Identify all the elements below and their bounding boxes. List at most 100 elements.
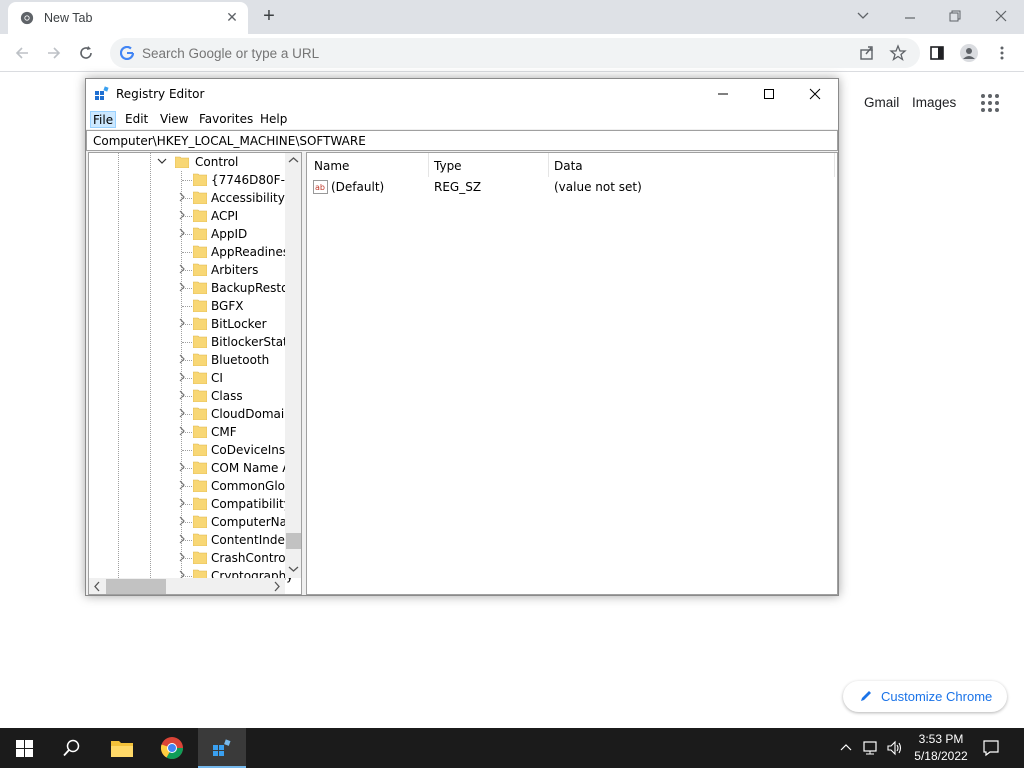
chevron-right-icon[interactable] (177, 372, 187, 382)
tree-item[interactable]: AccessibilitySe (175, 189, 301, 207)
tab-new-tab[interactable]: New Tab ✕ (8, 2, 248, 34)
chevron-right-icon[interactable] (177, 552, 187, 562)
tree-item[interactable]: Bluetooth (175, 351, 301, 369)
registry-values-pane[interactable]: Name Type Data ab (Default) REG_SZ (valu… (306, 152, 838, 595)
tree-item[interactable]: Class (175, 387, 301, 405)
chevron-right-icon[interactable] (177, 354, 187, 364)
chevron-right-icon[interactable] (177, 210, 187, 220)
chevron-right-icon[interactable] (177, 408, 187, 418)
share-icon[interactable] (855, 41, 879, 65)
column-divider[interactable] (548, 153, 549, 177)
tree-item[interactable]: AppReadiness (175, 243, 301, 261)
start-button[interactable] (0, 728, 48, 768)
search-button[interactable] (48, 728, 96, 768)
side-panel-icon[interactable] (925, 41, 949, 65)
tree-item[interactable]: CrashControl (175, 549, 301, 567)
registry-path[interactable]: Computer\HKEY_LOCAL_MACHINE\SOFTWARE (93, 134, 366, 148)
tree-item[interactable]: CommonGlob (175, 477, 301, 495)
gmail-link[interactable]: Gmail (864, 95, 899, 110)
clock-date[interactable]: 5/18/2022 (909, 749, 973, 763)
chevron-right-icon[interactable] (177, 282, 187, 292)
chevron-right-icon[interactable] (177, 390, 187, 400)
tree-item[interactable]: CMF (175, 423, 301, 441)
chevron-right-icon[interactable] (177, 264, 187, 274)
restore-button[interactable] (940, 4, 970, 28)
profile-avatar-icon[interactable] (957, 41, 981, 65)
table-row[interactable]: ab (Default) REG_SZ (value not set) (307, 179, 837, 197)
close-window-button[interactable] (792, 79, 838, 109)
registry-tree-pane[interactable]: Control {7746D80F-97E AccessibilitySe ACPI… (88, 152, 302, 595)
chevron-right-icon[interactable] (177, 534, 187, 544)
back-icon[interactable] (10, 41, 34, 65)
chevron-right-icon[interactable] (177, 318, 187, 328)
scroll-up-icon[interactable] (288, 155, 299, 166)
menu-file[interactable]: File (90, 111, 117, 128)
chevron-right-icon[interactable] (177, 516, 187, 526)
menu-edit[interactable]: Edit (123, 111, 150, 128)
file-explorer-taskbar-button[interactable] (98, 728, 146, 768)
volume-icon[interactable] (886, 740, 904, 756)
tree-vertical-scrollbar[interactable] (285, 153, 301, 578)
chevron-right-icon[interactable] (177, 480, 187, 490)
menu-help[interactable]: Help (258, 111, 289, 128)
tree-item[interactable]: BackupRestore (175, 279, 301, 297)
tree-item[interactable]: ComputerNan (175, 513, 301, 531)
tree-item[interactable]: BitLocker (175, 315, 301, 333)
tree-horizontal-scrollbar[interactable] (89, 578, 285, 594)
tree-item[interactable]: CoDeviceInsta (175, 441, 301, 459)
close-button[interactable] (986, 4, 1016, 28)
tree-item[interactable]: {7746D80F-97E (175, 171, 301, 189)
scroll-down-icon[interactable] (288, 563, 299, 574)
regedit-taskbar-button[interactable] (198, 728, 246, 768)
chevron-up-icon[interactable] (840, 742, 852, 754)
tab-search-icon[interactable] (848, 4, 878, 28)
tree-item[interactable]: CloudDomain. (175, 405, 301, 423)
close-tab-icon[interactable]: ✕ (224, 9, 240, 25)
chevron-right-icon[interactable] (177, 426, 187, 436)
minimize-window-button[interactable] (700, 79, 746, 109)
registry-address-bar[interactable]: Computer\HKEY_LOCAL_MACHINE\SOFTWARE (86, 130, 838, 151)
chevron-right-icon[interactable] (177, 228, 187, 238)
chrome-taskbar-button[interactable] (148, 728, 196, 768)
google-apps-icon[interactable] (980, 93, 1000, 113)
omnibox-input[interactable] (142, 46, 742, 61)
column-divider[interactable] (834, 153, 835, 177)
scroll-left-icon[interactable] (92, 581, 103, 592)
tree-item[interactable]: ContentIndex (175, 531, 301, 549)
column-header-data[interactable]: Data (554, 159, 583, 173)
address-bar[interactable] (110, 38, 920, 68)
tree-item[interactable]: Compatibility (175, 495, 301, 513)
notifications-icon[interactable] (982, 739, 1000, 757)
column-divider[interactable] (428, 153, 429, 177)
tree-item[interactable]: ACPI (175, 207, 301, 225)
more-menu-icon[interactable] (990, 41, 1014, 65)
customize-chrome-button[interactable]: Customize Chrome (843, 681, 1007, 712)
menu-view[interactable]: View (158, 111, 190, 128)
tree-item[interactable]: BGFX (175, 297, 301, 315)
tree-item[interactable]: Arbiters (175, 261, 301, 279)
tree-item[interactable]: AppID (175, 225, 301, 243)
chevron-right-icon[interactable] (177, 462, 187, 472)
horizontal-scroll-thumb[interactable] (106, 579, 166, 594)
vertical-scroll-thumb[interactable] (286, 533, 301, 549)
title-bar[interactable]: Registry Editor (86, 79, 838, 109)
menu-favorites[interactable]: Favorites (197, 111, 255, 128)
chevron-right-icon[interactable] (177, 192, 187, 202)
new-tab-button[interactable]: + (258, 6, 280, 28)
column-header-type[interactable]: Type (434, 159, 462, 173)
clock-time[interactable]: 3:53 PM (916, 732, 966, 746)
reload-icon[interactable] (74, 41, 98, 65)
scroll-right-icon[interactable] (271, 581, 282, 592)
chevron-right-icon[interactable] (177, 498, 187, 508)
tree-item[interactable]: COM Name A (175, 459, 301, 477)
images-link[interactable]: Images (912, 95, 956, 110)
forward-icon[interactable] (42, 41, 66, 65)
tree-item[interactable]: CI (175, 369, 301, 387)
chevron-down-icon[interactable] (157, 156, 167, 166)
column-header-name[interactable]: Name (314, 159, 349, 173)
network-icon[interactable] (862, 740, 880, 756)
tree-item[interactable]: BitlockerStatus (175, 333, 301, 351)
minimize-button[interactable] (895, 4, 925, 28)
maximize-window-button[interactable] (746, 79, 792, 109)
tree-item-control[interactable]: Control (157, 153, 301, 171)
